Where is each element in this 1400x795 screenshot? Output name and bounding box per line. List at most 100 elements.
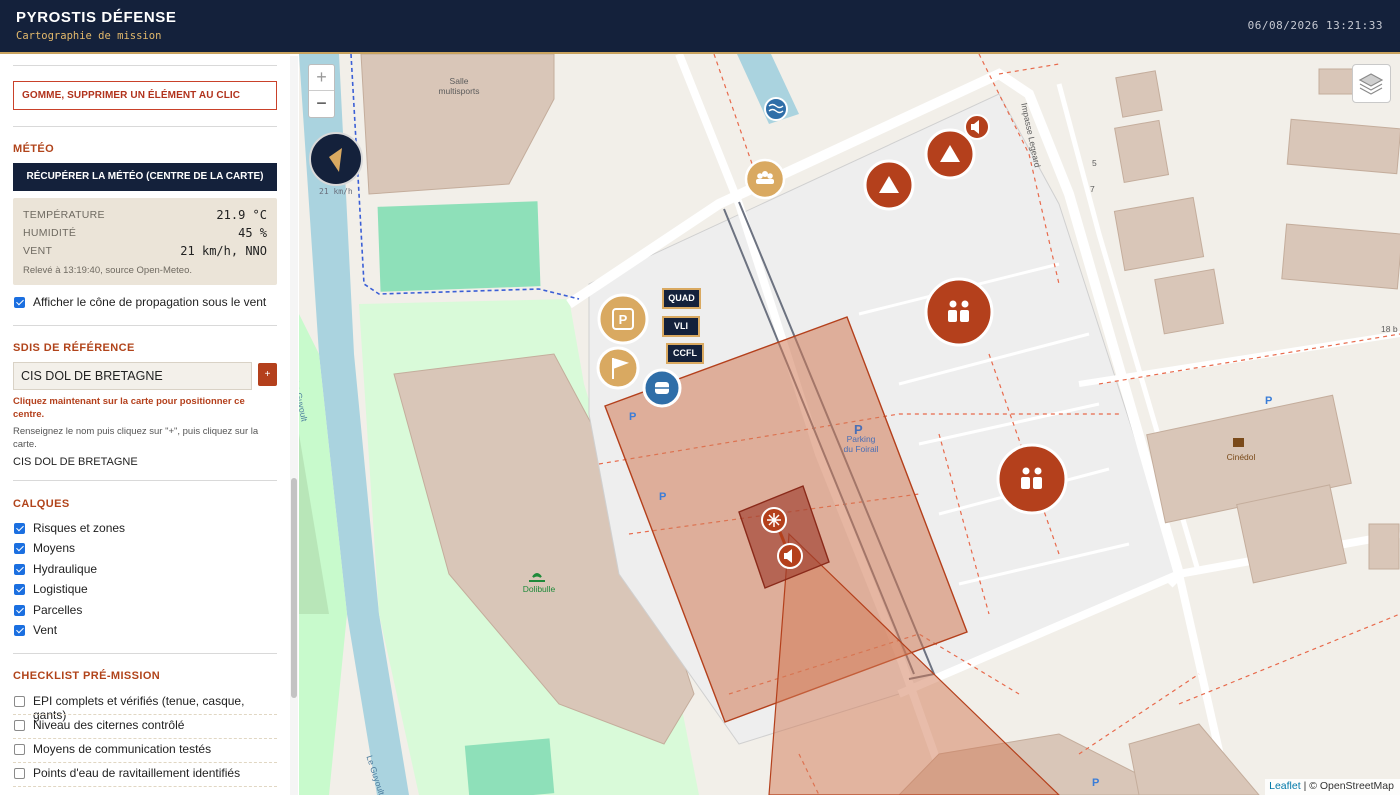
divider: [13, 480, 277, 481]
layer-means-label: Moyens: [33, 541, 76, 555]
app-header: PYROSTIS DÉFENSE Cartographie de mission…: [0, 0, 1400, 54]
sdis-help: Renseignez le nom puis cliquez sur "+", …: [13, 426, 259, 450]
sdis-name-input[interactable]: CIS DOL DE BRETAGNE: [13, 362, 252, 390]
checklist-water-label: Points d'eau de ravitaillement identifié…: [33, 766, 241, 780]
rally-point-marker: [744, 158, 786, 200]
building: [1281, 223, 1400, 290]
divider: [13, 762, 277, 763]
checklist-comms-checkbox[interactable]: [14, 744, 25, 755]
sdis-add-button[interactable]: +: [258, 363, 277, 386]
layer-parcels-checkbox[interactable]: [14, 605, 25, 616]
checklist-comms-label: Moyens de communication testés: [33, 742, 212, 756]
divider: [13, 325, 277, 326]
app-title: PYROSTIS DÉFENSE: [16, 9, 177, 26]
app: PYROSTIS DÉFENSE Cartographie de mission…: [0, 0, 1400, 795]
sdis-current: CIS DOL DE BRETAGNE: [13, 456, 138, 468]
vehicle-tag-vli[interactable]: VLI: [662, 316, 700, 337]
building: [1154, 268, 1224, 335]
weather-source: Relevé à 13:19:40, source Open-Meteo.: [23, 265, 192, 276]
checklist-tanks-label: Niveau des citernes contrôlé: [33, 718, 185, 732]
osm-attribution[interactable]: | © OpenStreetMap: [1304, 780, 1394, 792]
propagation-cone-label: Afficher le cône de propagation sous le …: [33, 295, 267, 309]
weather-panel: TEMPÉRATURE 21.9 °C HUMIDITÉ 45 % VENT 2…: [13, 198, 277, 285]
layers-title: CALQUES: [13, 498, 70, 510]
svg-text:P: P: [629, 411, 636, 423]
command-post-marker: [596, 346, 640, 390]
map[interactable]: P P P P P P Salle multisports Impasse Le…: [299, 54, 1400, 795]
water-tank-marker: [642, 368, 682, 408]
fire-origin-marker: [761, 507, 787, 533]
danger-marker: [863, 159, 915, 211]
svg-text:P: P: [1265, 395, 1272, 407]
layer-logistic-checkbox[interactable]: [14, 584, 25, 595]
sidebar-scrollbar-thumb[interactable]: [291, 478, 297, 698]
map-canvas[interactable]: P PPPPP: [299, 54, 1400, 795]
danger-marker: [924, 128, 976, 180]
wind-compass: [309, 132, 363, 186]
leaflet-link[interactable]: Leaflet: [1269, 780, 1301, 792]
layer-wind-label: Vent: [33, 623, 58, 637]
clock: 06/08/2026 13:21:33: [1247, 19, 1383, 32]
fetch-weather-button[interactable]: RÉCUPÉRER LA MÉTÉO (CENTRE DE LA CARTE): [13, 163, 277, 191]
label-cinedol: Cinédol: [1226, 452, 1256, 462]
layer-risks-checkbox[interactable]: [14, 523, 25, 534]
checklist-water-checkbox[interactable]: [14, 768, 25, 779]
wind-value: 21 km/h, NNO: [180, 244, 267, 258]
wind-label: VENT: [23, 245, 53, 257]
map-attribution: Leaflet | © OpenStreetMap: [1265, 779, 1400, 795]
cinema-icon: [1233, 438, 1244, 447]
label-parking-foirail: Parking du Foirail: [843, 434, 879, 454]
layer-risks-label: Risques et zones: [33, 521, 126, 535]
layer-wind-checkbox[interactable]: [14, 625, 25, 636]
svg-text:P: P: [1092, 777, 1099, 789]
divider: [13, 65, 277, 66]
divider: [13, 738, 277, 739]
label-salle-multisports: Salle multisports: [438, 76, 480, 96]
temperature-label: TEMPÉRATURE: [23, 209, 105, 221]
temperature-value: 21.9 °C: [216, 208, 267, 222]
layers-button[interactable]: [1352, 64, 1391, 103]
building: [1115, 70, 1163, 118]
humidity-value: 45 %: [238, 226, 267, 240]
checklist-ppe-checkbox[interactable]: [14, 696, 25, 707]
divider: [13, 653, 277, 654]
divider: [13, 126, 277, 127]
eraser-button[interactable]: GOMME, SUPPRIMER UN ÉLÉMENT AU CLIC: [13, 81, 277, 110]
propagation-cone-checkbox[interactable]: [14, 297, 25, 308]
layer-hydraulic-checkbox[interactable]: [14, 564, 25, 575]
zoom-in-button[interactable]: +: [309, 65, 334, 91]
checklist-tanks-checkbox[interactable]: [14, 720, 25, 731]
checklist-title: CHECKLIST PRÉ-MISSION: [13, 670, 161, 682]
hydrant-marker: [764, 97, 788, 121]
vehicle-tag-ccfl[interactable]: CCFL: [666, 343, 704, 364]
zoom-control: + −: [308, 64, 335, 118]
victims-marker: [996, 443, 1068, 515]
divider: [13, 714, 277, 715]
sdis-hint: Cliquez maintenant sur la carte pour pos…: [13, 396, 245, 420]
victims-marker: [924, 277, 994, 347]
alert-speaker-marker: [964, 114, 990, 140]
alert-speaker-marker: [777, 543, 803, 569]
label-dolibulle: Dolibulle: [522, 584, 556, 594]
layer-parcels-label: Parcelles: [33, 603, 83, 617]
zoom-out-button[interactable]: −: [309, 91, 334, 117]
divider: [13, 786, 277, 787]
vehicle-tag-quad[interactable]: QUAD: [662, 288, 701, 309]
parking-marker: P: [597, 293, 649, 345]
building: [1368, 523, 1400, 570]
layers-icon: [1358, 73, 1384, 95]
layer-hydraulic-label: Hydraulique: [33, 562, 98, 576]
layer-logistic-label: Logistique: [33, 582, 88, 596]
building: [1286, 118, 1400, 175]
label-number-5: 5: [1092, 158, 1097, 168]
humidity-label: HUMIDITÉ: [23, 227, 77, 239]
label-number-18b: 18 b: [1381, 324, 1398, 334]
svg-text:P: P: [659, 491, 666, 503]
app-subtitle: Cartographie de mission: [16, 30, 162, 42]
svg-text:P: P: [619, 312, 628, 327]
sports-pitch-2: [464, 738, 555, 795]
sports-pitch: [377, 201, 541, 292]
layer-means-checkbox[interactable]: [14, 543, 25, 554]
building: [1114, 119, 1170, 183]
label-number-7: 7: [1090, 184, 1095, 194]
